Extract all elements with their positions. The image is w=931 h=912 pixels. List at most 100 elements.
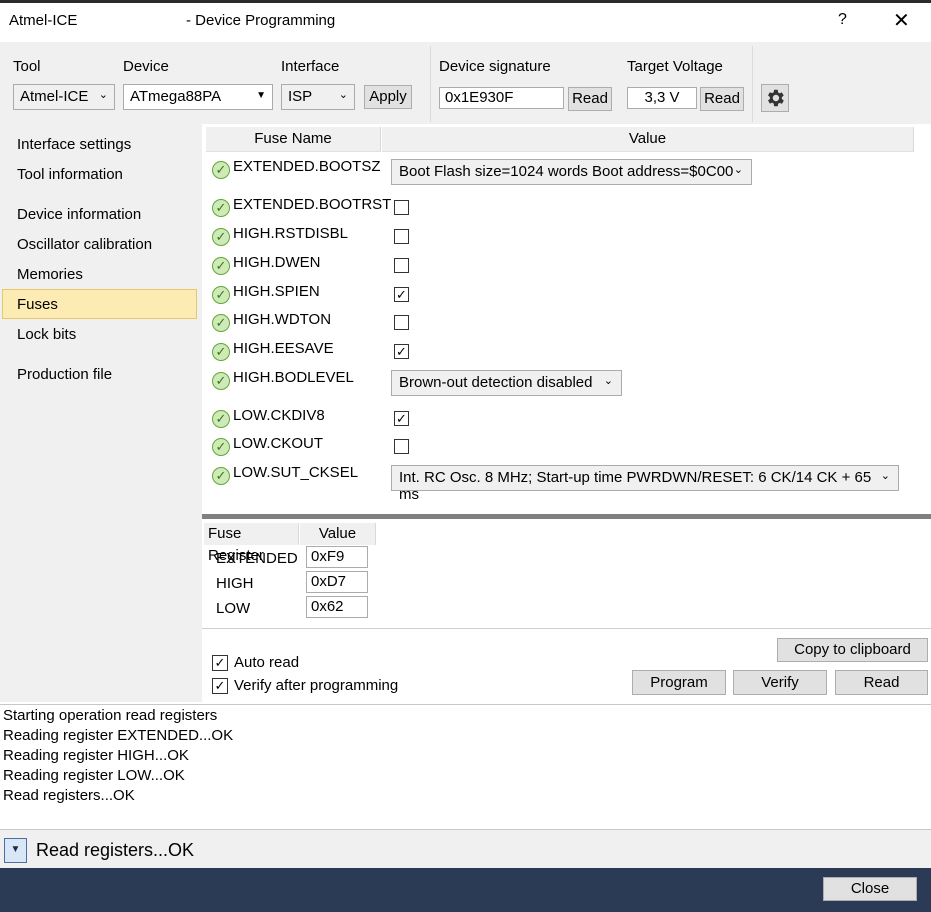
checkmark-icon: ✓ — [396, 411, 407, 426]
fuse-register-header[interactable]: Fuse Register — [204, 523, 299, 564]
register-name: EXTENDED — [216, 550, 298, 567]
fuse-name: HIGH.RSTDISBL — [233, 225, 349, 242]
ok-check-icon: ✓ — [212, 257, 230, 275]
register-value-field[interactable]: 0xF9 — [306, 546, 368, 568]
register-value-header[interactable]: Value — [300, 523, 376, 545]
read-button[interactable]: Read — [835, 670, 928, 695]
fuse-value-select[interactable]: Int. RC Osc. 8 MHz; Start-up time PWRDWN… — [391, 465, 899, 503]
log-line: Reading register LOW...OK — [3, 767, 185, 784]
sidebar-item-device-information[interactable]: Device information — [17, 206, 141, 223]
caret-down-icon: ▼ — [256, 90, 266, 101]
verify-after-programming-checkbox[interactable]: ✓ — [212, 678, 228, 694]
sidebar-item-production-file[interactable]: Production file — [17, 366, 112, 383]
fuse-checkbox[interactable] — [394, 315, 409, 330]
sidebar-item-memories[interactable]: Memories — [17, 266, 83, 283]
help-button[interactable]: ? — [838, 11, 847, 29]
ok-check-icon: ✓ — [212, 372, 230, 390]
voltage-label: Target Voltage — [627, 58, 723, 75]
sidebar-item-fuses[interactable]: Fuses — [17, 296, 58, 313]
fuse-value-header[interactable]: Value — [382, 127, 914, 152]
register-value-field[interactable]: 0x62 — [306, 596, 368, 618]
interface-label: Interface — [281, 58, 340, 75]
app-title: Atmel-ICE — [9, 12, 78, 29]
signature-read-button[interactable]: Read — [568, 87, 612, 111]
close-window-button[interactable]: ✕ — [893, 8, 910, 33]
interface-select-value: ISP — [288, 88, 313, 105]
device-label: Device — [123, 58, 169, 75]
chevron-down-icon: ⌄ — [98, 89, 108, 101]
title-bar — [0, 0, 931, 42]
copy-to-clipboard-button[interactable]: Copy to clipboard — [777, 638, 928, 662]
checkmark-icon: ✓ — [396, 344, 407, 359]
device-select-value: ATmega88PA — [130, 88, 222, 105]
expand-log-button[interactable]: ▼ — [4, 838, 27, 863]
fuse-checkbox[interactable]: ✓ — [394, 287, 409, 302]
fuse-value-select-text: Int. RC Osc. 8 MHz; Start-up time PWRDWN… — [399, 469, 872, 503]
signature-label: Device signature — [439, 58, 551, 75]
tool-label: Tool — [13, 58, 41, 75]
voltage-read-button[interactable]: Read — [700, 87, 744, 111]
voltage-field[interactable]: 3,3 V — [627, 87, 697, 109]
chevron-down-icon: ⌄ — [880, 470, 890, 482]
settings-button[interactable] — [761, 84, 789, 112]
fuse-checkbox[interactable] — [394, 200, 409, 215]
status-text: Read registers...OK — [36, 840, 195, 860]
gear-icon — [768, 89, 784, 107]
log-line: Reading register HIGH...OK — [3, 747, 189, 764]
window-title: - Device Programming — [186, 12, 336, 29]
register-name: HIGH — [216, 575, 254, 592]
fuse-name: EXTENDED.BOOTRST — [233, 196, 392, 213]
auto-read-checkbox[interactable]: ✓ — [212, 655, 228, 671]
interface-select[interactable]: ISP ⌄ — [281, 84, 355, 110]
chevron-down-icon: ⌄ — [603, 375, 613, 387]
device-select[interactable]: ATmega88PA ▼ — [123, 84, 273, 110]
tool-select-value: Atmel-ICE — [20, 88, 89, 105]
fuse-value-select-text: Brown-out detection disabled — [399, 374, 593, 391]
sidebar-item-interface-settings[interactable]: Interface settings — [17, 136, 131, 153]
register-name: LOW — [216, 600, 251, 617]
fuse-checkbox[interactable] — [394, 439, 409, 454]
toolbar-divider — [752, 46, 753, 122]
ok-check-icon: ✓ — [212, 286, 230, 304]
log-line: Starting operation read registers — [3, 707, 218, 724]
register-value-field[interactable]: 0xD7 — [306, 571, 368, 593]
tool-select[interactable]: Atmel-ICE ⌄ — [13, 84, 115, 110]
signature-field[interactable]: 0x1E930F — [439, 87, 564, 109]
log-line: Read registers...OK — [3, 787, 135, 804]
ok-check-icon: ✓ — [212, 161, 230, 179]
fuse-value-select-text: Boot Flash size=1024 words Boot address=… — [399, 163, 734, 180]
ok-check-icon: ✓ — [212, 438, 230, 456]
auto-read-label: Auto read — [234, 654, 300, 671]
fuse-value-select[interactable]: Boot Flash size=1024 words Boot address=… — [391, 159, 752, 185]
verify-button[interactable]: Verify — [733, 670, 827, 695]
fuse-name: HIGH.SPIEN — [233, 283, 320, 300]
ok-check-icon: ✓ — [212, 410, 230, 428]
fuse-value-select[interactable]: Brown-out detection disabled ⌄ — [391, 370, 622, 396]
fuse-checkbox[interactable] — [394, 258, 409, 273]
close-button[interactable]: Close — [823, 877, 917, 901]
sidebar-item-oscillator-calibration[interactable]: Oscillator calibration — [17, 236, 152, 253]
fuse-name: LOW.CKOUT — [233, 435, 324, 452]
panel-splitter[interactable] — [202, 514, 931, 519]
fuse-name: LOW.SUT_CKSEL — [233, 464, 359, 481]
chevron-down-icon: ⌄ — [338, 89, 348, 101]
fuse-name-header[interactable]: Fuse Name — [206, 127, 381, 152]
caret-down-icon: ▼ — [10, 844, 21, 855]
fuse-checkbox[interactable]: ✓ — [394, 411, 409, 426]
checkmark-icon: ✓ — [396, 287, 407, 302]
fuse-name: HIGH.WDTON — [233, 311, 332, 328]
sidebar-item-lock-bits[interactable]: Lock bits — [17, 326, 76, 343]
divider — [202, 628, 931, 629]
apply-button[interactable]: Apply — [364, 85, 412, 109]
fuse-checkbox[interactable]: ✓ — [394, 344, 409, 359]
sidebar-item-tool-information[interactable]: Tool information — [17, 166, 123, 183]
ok-check-icon: ✓ — [212, 314, 230, 332]
program-button[interactable]: Program — [632, 670, 726, 695]
checkmark-icon: ✓ — [214, 678, 226, 693]
fuse-name: HIGH.BODLEVEL — [233, 369, 354, 386]
fuse-name: HIGH.EESAVE — [233, 340, 334, 357]
toolbar-divider — [430, 46, 431, 122]
checkmark-icon: ✓ — [214, 655, 226, 670]
fuse-name: LOW.CKDIV8 — [233, 407, 325, 424]
fuse-checkbox[interactable] — [394, 229, 409, 244]
